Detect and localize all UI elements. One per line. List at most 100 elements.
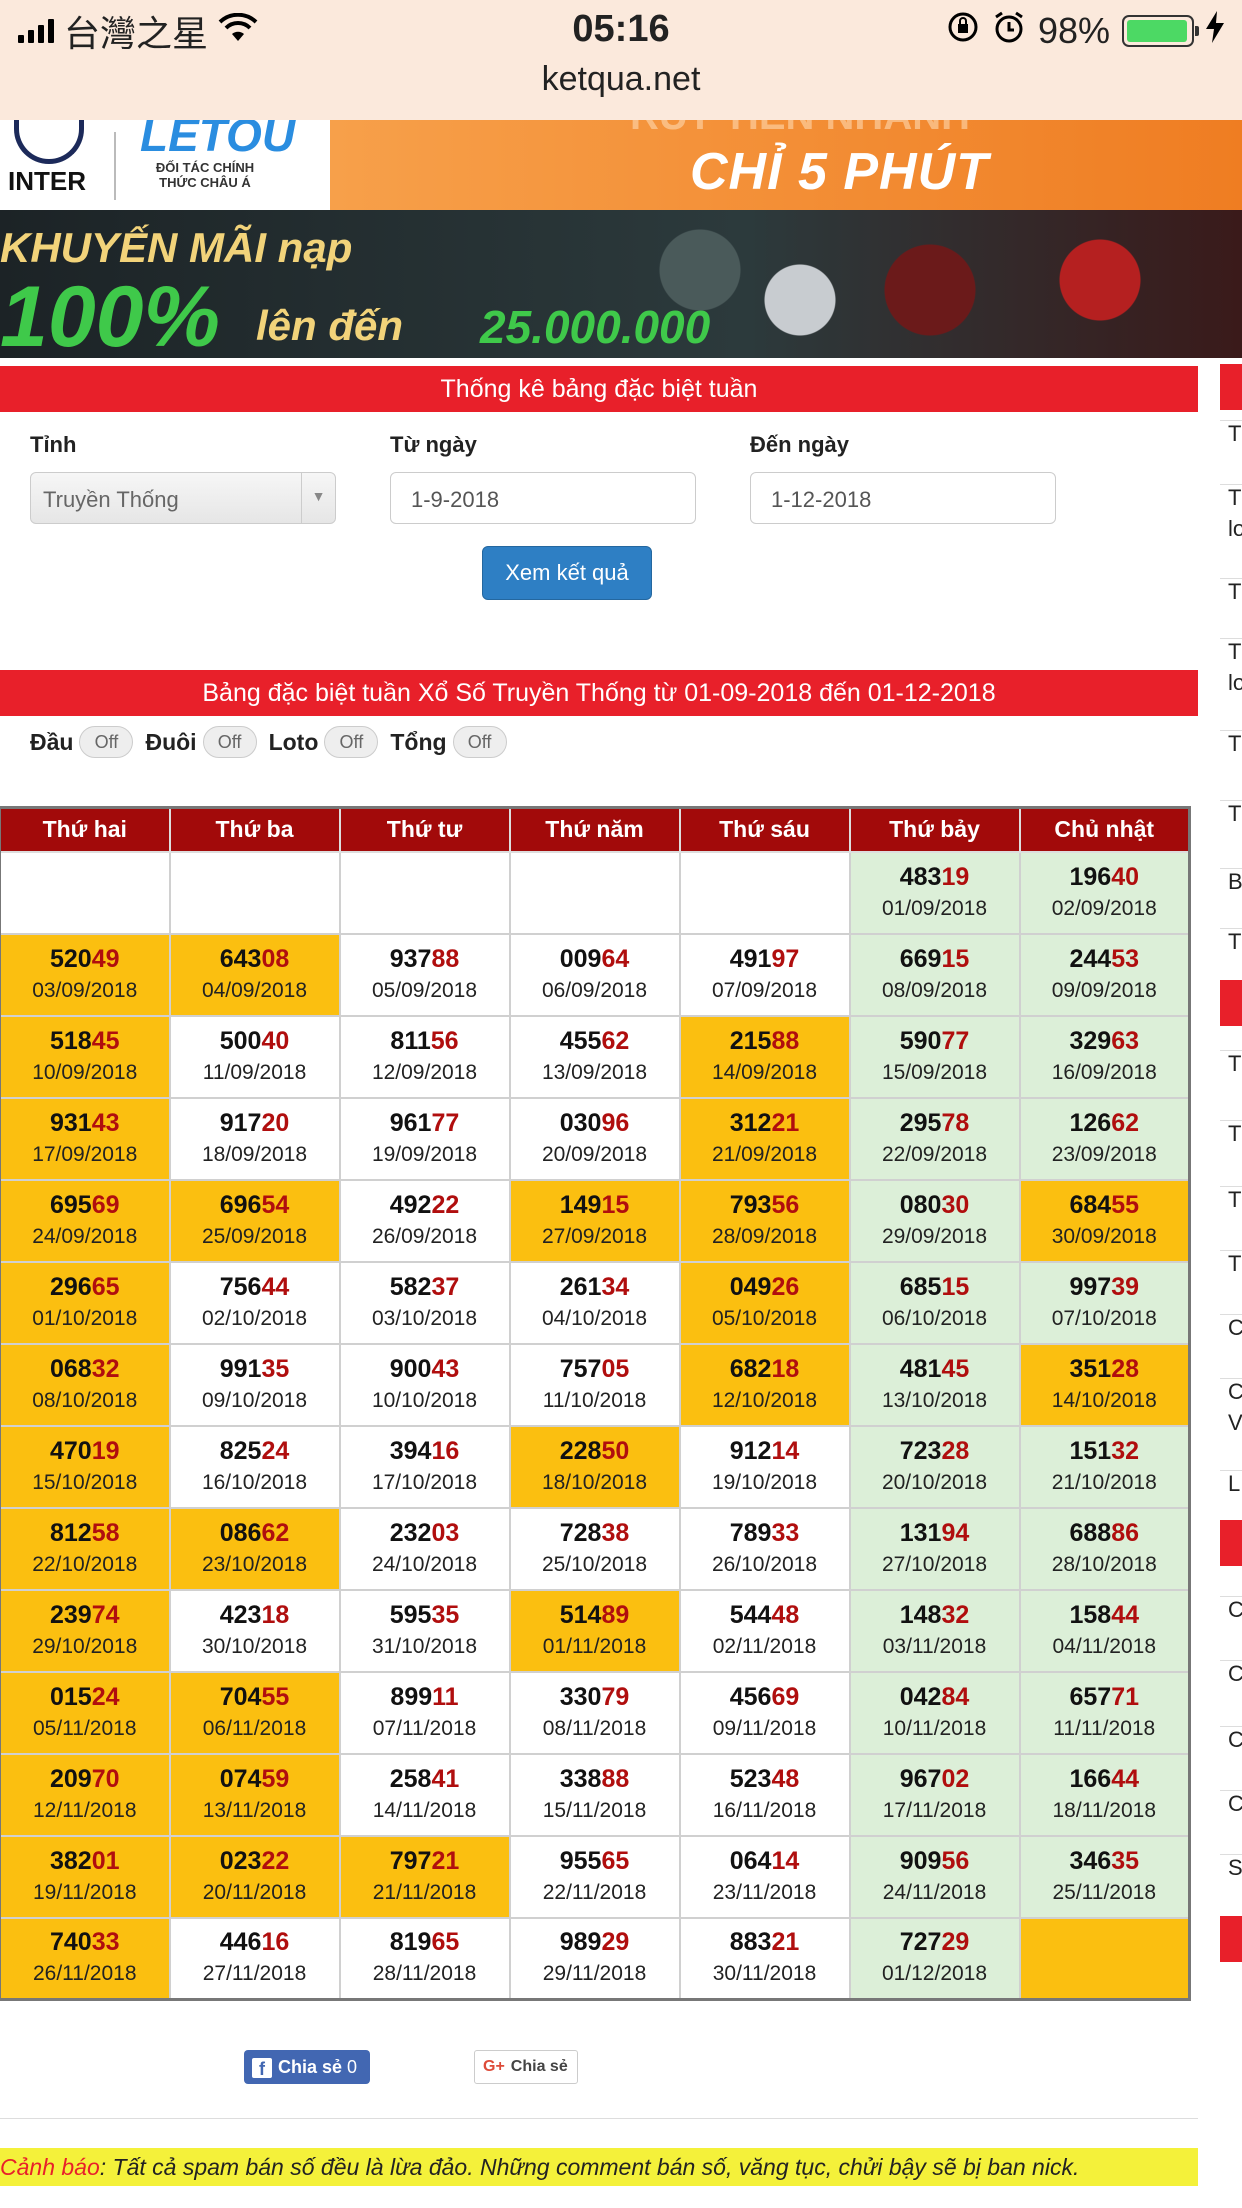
result-number-tail: 74 — [91, 1600, 120, 1629]
result-number: 15844 — [1021, 1599, 1189, 1631]
sidebar-item[interactable]: C — [1220, 1596, 1242, 1623]
result-number-tail: 69 — [91, 1190, 120, 1219]
result-number: 69654 — [171, 1189, 339, 1221]
result-date: 15/10/2018 — [32, 1470, 138, 1494]
result-number-head: 520 — [49, 944, 92, 973]
result-number-head: 330 — [559, 1682, 602, 1711]
sidebar-item[interactable]: T — [1220, 420, 1242, 447]
sidebar-item[interactable]: C — [1220, 1726, 1242, 1753]
result-cell: 48145 13/10/2018 — [848, 1342, 1021, 1427]
result-number-tail: 77 — [941, 1026, 970, 1055]
ad-banner-letou[interactable]: INTER LETOU ĐỐI TÁC CHÍNH THỨC CHÂU Á RÚ… — [0, 120, 1242, 210]
sidebar-item[interactable]: L — [1220, 1470, 1242, 1497]
result-number-tail: 01 — [91, 1846, 120, 1875]
result-number: 34635 — [1021, 1845, 1189, 1877]
sidebar-item[interactable]: C — [1220, 1660, 1242, 1687]
toggle-duoi[interactable]: Off — [202, 726, 257, 758]
sidebar-item[interactable]: T — [1220, 800, 1242, 827]
result-date: 17/11/2018 — [882, 1798, 987, 1822]
result-number-head: 382 — [49, 1846, 92, 1875]
day-header: Thứ hai — [0, 806, 171, 853]
sidebar-item[interactable]: T — [1220, 638, 1242, 665]
sidebar-item[interactable]: T — [1220, 1186, 1242, 1213]
sidebar-item[interactable]: S — [1220, 1854, 1242, 1881]
sidebar-item[interactable]: C — [1220, 1378, 1242, 1405]
result-number: 07459 — [171, 1763, 339, 1795]
sidebar-item[interactable]: C — [1220, 1790, 1242, 1817]
sidebar-item[interactable]: T — [1220, 578, 1242, 605]
sidebar-item[interactable]: C — [1220, 1314, 1242, 1341]
result-number-head: 595 — [389, 1600, 432, 1629]
result-number-head: 068 — [49, 1354, 92, 1383]
result-date: 21/11/2018 — [372, 1880, 477, 1904]
result-number-tail: 33 — [771, 1518, 800, 1547]
result-number-head: 351 — [1069, 1354, 1112, 1383]
result-number-head: 909 — [899, 1846, 942, 1875]
result-number-tail: 20 — [261, 1108, 290, 1137]
ad-banner-promo[interactable]: KHUYẾN MÃI nạp 100% lên đến 25.000.000 — [0, 210, 1242, 358]
result-number-tail: 35 — [261, 1354, 290, 1383]
result-number: 81258 — [1, 1517, 169, 1549]
result-number-tail: 19 — [941, 862, 970, 891]
province-value: Truyền Thống — [43, 487, 179, 512]
sidebar-item[interactable]: T — [1220, 1250, 1242, 1277]
result-date: 13/10/2018 — [881, 1388, 988, 1412]
filter-panel: Thống kê bảng đặc biệt tuần Tỉnh Truyền … — [0, 366, 1198, 636]
result-number: 58237 — [341, 1271, 509, 1303]
table-row: 52049 03/09/2018 64308 04/09/2018 93788 05/09… — [0, 932, 1191, 1017]
result-number: 04926 — [681, 1271, 849, 1303]
result-date: 04/11/2018 — [1052, 1634, 1157, 1658]
view-results-button[interactable]: Xem kết quả — [482, 546, 652, 600]
toggle-loto[interactable]: Off — [324, 726, 379, 758]
google-share-button[interactable]: G+ Chia sẻ — [474, 2050, 578, 2084]
result-number-tail: 62 — [1111, 1108, 1140, 1137]
result-number-tail: 16 — [431, 1436, 460, 1465]
to-date-input[interactable]: 1-12-2018 — [750, 472, 1056, 524]
result-date: 08/10/2018 — [32, 1388, 138, 1412]
result-number: 12662 — [1021, 1107, 1189, 1139]
result-number: 45562 — [511, 1025, 679, 1057]
result-date: 15/09/2018 — [881, 1060, 988, 1084]
result-date: 21/10/2018 — [1051, 1470, 1157, 1494]
sidebar-item[interactable]: T — [1220, 484, 1242, 511]
result-number-head: 232 — [389, 1518, 432, 1547]
result-number: 52049 — [1, 943, 169, 975]
result-cell: 58237 03/10/2018 — [338, 1260, 511, 1345]
result-number-head: 491 — [729, 944, 772, 973]
sidebar-item[interactable]: lo — [1220, 516, 1242, 542]
result-number-head: 900 — [389, 1354, 432, 1383]
from-date-input[interactable]: 1-9-2018 — [390, 472, 696, 524]
province-select[interactable]: Truyền Thống ▼ — [30, 472, 336, 524]
result-number-tail: 03 — [431, 1518, 460, 1547]
result-date: 27/11/2018 — [202, 1962, 307, 1986]
result-cell: 91214 19/10/2018 — [678, 1424, 851, 1509]
result-number-head: 030 — [559, 1108, 602, 1137]
promo-percent: 100% — [0, 269, 220, 358]
sidebar-item[interactable]: T — [1220, 730, 1242, 757]
result-number-head: 151 — [1069, 1436, 1112, 1465]
result-number-head: 329 — [1069, 1026, 1112, 1055]
result-number-head: 723 — [899, 1436, 942, 1465]
result-number: 02322 — [171, 1845, 339, 1877]
result-number-tail: 44 — [1111, 1764, 1140, 1793]
result-date: 18/10/2018 — [541, 1470, 648, 1494]
facebook-share-button[interactable]: f Chia sẻ 0 — [244, 2050, 370, 2084]
sidebar-item[interactable]: T — [1220, 1120, 1242, 1147]
toggle-dau[interactable]: Off — [79, 726, 134, 758]
divider — [0, 2118, 1198, 2119]
promo-line2: lên đến — [256, 302, 404, 349]
result-cell: 68886 28/10/2018 — [1018, 1506, 1191, 1591]
to-date-group: Đến ngày 1-12-2018 — [750, 432, 1056, 524]
sidebar-item[interactable]: B — [1220, 868, 1242, 895]
sidebar-item[interactable]: T — [1220, 928, 1242, 955]
sidebar-item[interactable]: T — [1220, 1050, 1242, 1077]
result-number-tail: 22 — [431, 1190, 460, 1219]
result-date: 31/10/2018 — [371, 1634, 478, 1658]
result-number-head: 789 — [729, 1518, 772, 1547]
toggle-tong[interactable]: Off — [452, 726, 507, 758]
result-number-head: 244 — [1069, 944, 1112, 973]
sidebar-item[interactable]: lo — [1220, 670, 1242, 696]
table-row: 01524 05/11/2018 70455 06/11/2018 89911 07/11… — [0, 1670, 1191, 1755]
sidebar-item[interactable]: V — [1220, 1410, 1242, 1436]
address-bar-url[interactable]: ketqua.net — [0, 60, 1242, 99]
